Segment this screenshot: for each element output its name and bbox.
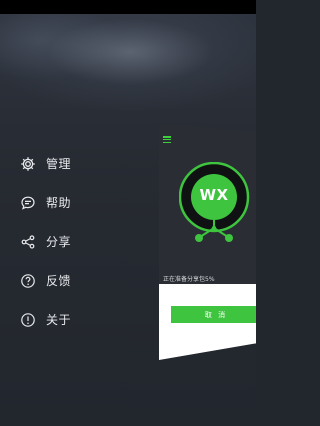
menu-item-help[interactable]: 帮助 <box>20 183 160 222</box>
app-logo: WX <box>178 161 256 262</box>
menu-item-feedback[interactable]: 反馈 <box>20 261 160 300</box>
chat-bubble-icon <box>20 195 36 211</box>
app-screen: 管理 帮助 分享 反馈 关于 WX 正在准备分享包5% 取 消 <box>0 0 256 426</box>
menu-label-about: 关于 <box>46 313 72 327</box>
status-bar <box>0 0 256 14</box>
preview-bottom-panel: 取 消 <box>159 284 256 360</box>
hamburger-icon[interactable] <box>163 136 171 143</box>
info-icon <box>20 312 36 328</box>
gear-icon <box>20 156 36 172</box>
menu-label-manage: 管理 <box>46 157 72 171</box>
main-screen-preview[interactable]: WX 正在准备分享包5% 取 消 <box>159 124 256 360</box>
menu-item-share[interactable]: 分享 <box>20 222 160 261</box>
menu-label-share: 分享 <box>46 235 72 249</box>
menu-label-help: 帮助 <box>46 196 72 210</box>
share-icon <box>20 234 36 250</box>
logo-graphic <box>178 161 250 242</box>
logo-text: WX <box>199 186 229 204</box>
side-menu: 管理 帮助 分享 反馈 关于 <box>20 144 160 339</box>
progress-status: 正在准备分享包5% <box>163 276 215 283</box>
menu-item-about[interactable]: 关于 <box>20 300 160 339</box>
menu-label-feedback: 反馈 <box>46 274 72 288</box>
cancel-button[interactable]: 取 消 <box>171 306 256 323</box>
menu-item-manage[interactable]: 管理 <box>20 144 160 183</box>
question-icon <box>20 273 36 289</box>
